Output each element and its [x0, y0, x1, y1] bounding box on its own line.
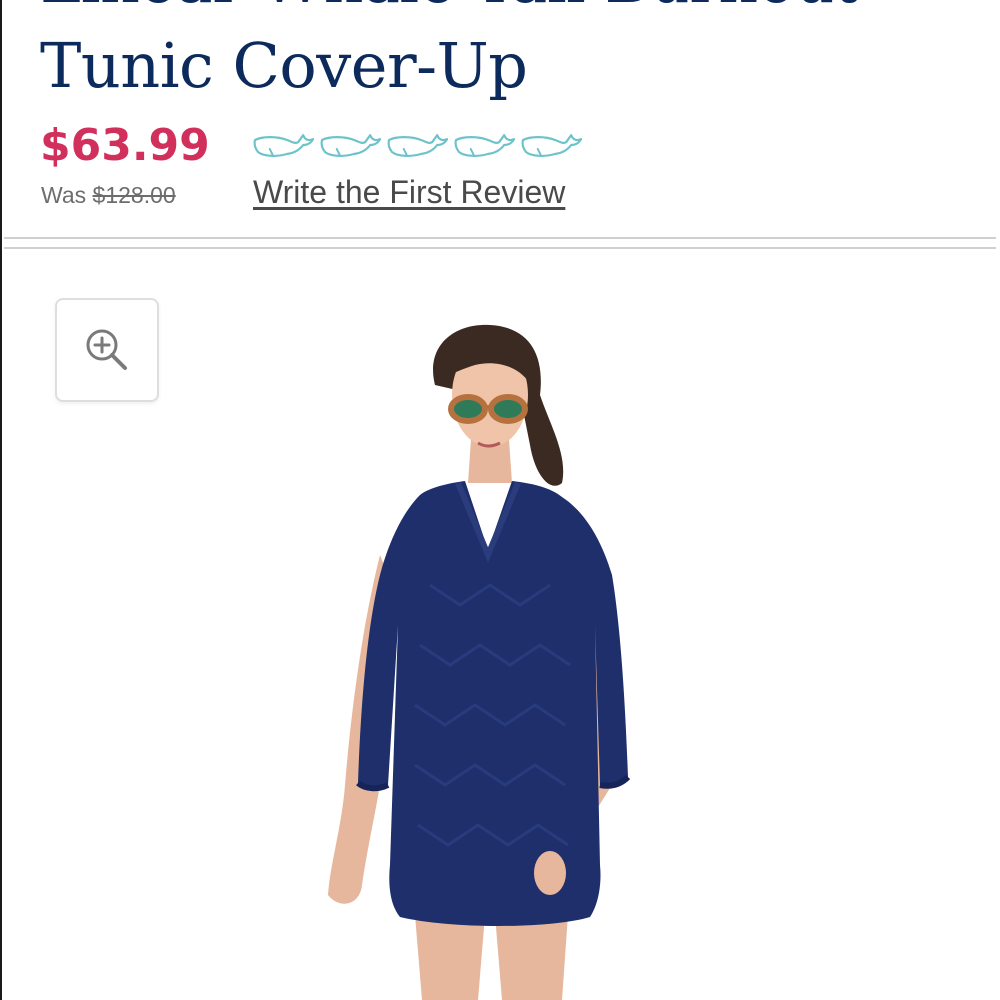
whale-icon: [454, 134, 516, 157]
zoom-button[interactable]: [55, 298, 159, 402]
whale-icon: [387, 134, 449, 157]
left-border: [0, 0, 2, 1000]
divider: [4, 237, 996, 239]
was-label: Was: [41, 182, 87, 208]
whale-icon: [521, 134, 583, 157]
original-price: Was $128.00: [41, 181, 176, 209]
product-title: Linear Whale Tail Burnout Tunic Cover-Up: [40, 0, 980, 108]
product-image: [328, 324, 631, 1000]
whale-rating[interactable]: [252, 132, 583, 160]
original-price-value: $128.00: [92, 182, 176, 208]
sale-price: $63.99: [40, 120, 210, 171]
product-title-line-1: Linear Whale Tail Burnout: [40, 0, 980, 23]
write-review-link[interactable]: Write the First Review: [253, 172, 565, 212]
zoom-in-icon: [86, 329, 127, 370]
divider: [4, 247, 996, 249]
product-title-line-2: Tunic Cover-Up: [40, 29, 528, 102]
whale-icon: [253, 134, 315, 157]
whale-icon: [320, 134, 382, 157]
